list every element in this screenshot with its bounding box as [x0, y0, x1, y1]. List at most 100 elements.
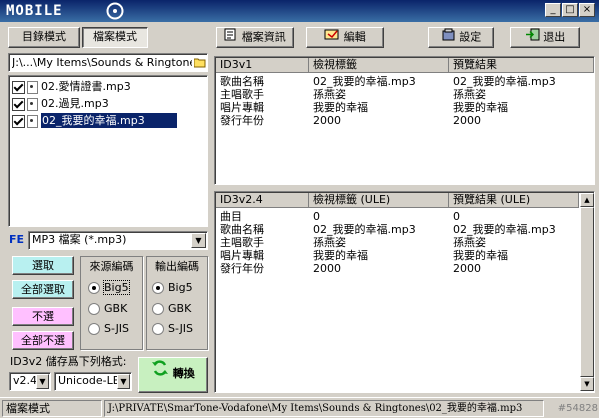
id3v1-header-view[interactable]: 檢視標籤 — [309, 58, 449, 73]
settings-button[interactable]: 設定 — [428, 27, 494, 48]
edit-button[interactable]: 編輯 — [306, 27, 384, 48]
app-logo: MOBILE — [6, 3, 63, 19]
id3v2-view-value[interactable]: 0 — [313, 210, 447, 223]
audio-file-icon — [27, 80, 38, 94]
id3v1-view-value[interactable]: 我要的幸福 — [313, 101, 447, 114]
path-box[interactable]: J:\...\My Items\Sounds & Ringtones — [8, 53, 208, 72]
id3v1-view-value[interactable]: 孫燕姿 — [313, 88, 447, 101]
scroll-up-icon[interactable]: ▲ — [580, 193, 594, 207]
id3v2-field-label: 歌曲名稱 — [220, 223, 264, 236]
radio-icon — [88, 323, 100, 335]
id3v1-table[interactable]: ID3v1 檢視標籤 預覽結果 歌曲名稱 02_我要的幸福.mp3 02_我要的… — [214, 56, 595, 185]
close-button[interactable]: × — [579, 3, 595, 17]
file-checkbox[interactable] — [12, 80, 25, 94]
file-mode-tab[interactable]: 檔案模式 — [82, 27, 148, 48]
id3v2-header-view[interactable]: 檢視標籤 (ULE) — [309, 193, 449, 208]
id3v2-field-label: 主唱歌手 — [220, 236, 264, 249]
scroll-thumb[interactable] — [580, 207, 594, 377]
id3v1-preview-value[interactable]: 02_我要的幸福.mp3 — [453, 75, 578, 88]
convert-button[interactable]: 轉換 — [138, 357, 208, 393]
source-radio-big5[interactable]: Big5 — [88, 280, 130, 295]
scroll-down-icon[interactable]: ▼ — [580, 377, 594, 391]
minimize-button[interactable]: _ — [545, 3, 561, 17]
id3v1-header-preview[interactable]: 預覽結果 — [449, 58, 594, 73]
id3v2-header-field[interactable]: ID3v2.4 — [216, 193, 309, 208]
id3v2-preview-value[interactable]: 我要的幸福 — [453, 249, 578, 262]
exit-label: 退出 — [543, 30, 566, 44]
id3v1-view-value[interactable]: 2000 — [313, 114, 447, 127]
id3v2-preview-value[interactable]: 0 — [453, 210, 578, 223]
refresh-icon — [151, 358, 169, 390]
chevron-down-icon[interactable]: ▼ — [191, 233, 206, 248]
source-radio-gbk[interactable]: GBK — [88, 302, 127, 316]
id3v1-preview-value[interactable]: 孫燕姿 — [453, 88, 578, 101]
status-path: J:\PRIVATE\SmarTone-Vodafone\My Items\So… — [104, 400, 544, 417]
id3v2-field-label: 曲目 — [220, 210, 242, 223]
id3v2-scrollbar[interactable]: ▲ ▼ — [580, 193, 594, 391]
output-radio-sjis[interactable]: S-JIS — [152, 322, 193, 336]
file-item[interactable]: 02.過見.mp3 — [12, 95, 109, 112]
id3v1-field-label: 主唱歌手 — [220, 88, 264, 101]
id3v2-preview-value[interactable]: 孫燕姿 — [453, 236, 578, 249]
id3v2-version-select[interactable]: v2.4 ▼ — [9, 372, 51, 391]
radio-icon — [88, 282, 100, 294]
id3v2-view-value[interactable]: 孫燕姿 — [313, 236, 447, 249]
file-name: 02_我要的幸福.mp3 — [41, 113, 177, 128]
audio-file-icon — [27, 114, 38, 128]
id3v1-field-label: 唱片專輯 — [220, 101, 264, 114]
file-checkbox[interactable] — [12, 114, 25, 128]
id3v1-field-label: 歌曲名稱 — [220, 75, 264, 88]
file-name: 02.過見.mp3 — [41, 97, 109, 110]
id3v2-format-select[interactable]: Unicode-LE ▼ — [54, 372, 132, 391]
id3v2-field-label: 發行年份 — [220, 262, 264, 275]
file-item[interactable]: 02.愛情證書.mp3 — [12, 78, 131, 95]
id3v2-preview-value[interactable]: 02_我要的幸福.mp3 — [453, 223, 578, 236]
title-bar[interactable]: MOBILE _ □ × — [0, 0, 599, 22]
id3v1-view-value[interactable]: 02_我要的幸福.mp3 — [313, 75, 447, 88]
file-item-selected[interactable]: 02_我要的幸福.mp3 — [12, 112, 177, 129]
directory-mode-tab[interactable]: 目錄模式 — [8, 27, 80, 48]
settings-label: 設定 — [459, 30, 482, 44]
deselect-all-button[interactable]: 全部不選 — [12, 331, 74, 350]
file-checkbox[interactable] — [12, 97, 25, 111]
id3v1-preview-value[interactable]: 我要的幸福 — [453, 101, 578, 114]
filter-badge-icon: FE — [9, 233, 25, 246]
folder-icon[interactable] — [193, 57, 206, 68]
id3v2-view-value[interactable]: 我要的幸福 — [313, 249, 447, 262]
file-filter-select[interactable]: MP3 檔案 (*.mp3) ▼ — [28, 231, 208, 250]
id3v1-preview-value[interactable]: 2000 — [453, 114, 578, 127]
id3v2-view-value[interactable]: 2000 — [313, 262, 447, 275]
id3v2-table[interactable]: ID3v2.4 檢視標籤 (ULE) 預覽結果 (ULE) ▲ ▼ 曲目 0 0… — [214, 191, 595, 393]
id3v2-save-label: ID3v2 儲存爲下列格式: — [10, 355, 127, 368]
select-button[interactable]: 選取 — [12, 256, 74, 275]
output-radio-gbk[interactable]: GBK — [152, 302, 191, 316]
id3v2-header-preview[interactable]: 預覽結果 (ULE) — [449, 193, 579, 208]
file-filter-value: MP3 檔案 (*.mp3) — [32, 233, 127, 246]
edit-icon — [324, 28, 340, 47]
convert-label: 轉換 — [172, 367, 195, 380]
id3v2-preview-value[interactable]: 2000 — [453, 262, 578, 275]
settings-icon — [441, 28, 456, 47]
chevron-down-icon[interactable]: ▼ — [117, 374, 130, 389]
chevron-down-icon[interactable]: ▼ — [36, 374, 49, 389]
status-bar: 檔案模式 J:\PRIVATE\SmarTone-Vodafone\My Ite… — [0, 397, 599, 418]
select-all-button[interactable]: 全部選取 — [12, 280, 74, 299]
logo-disc-icon — [106, 2, 124, 20]
maximize-button[interactable]: □ — [562, 3, 578, 17]
radio-icon — [88, 303, 100, 315]
id3v1-header-field[interactable]: ID3v1 — [216, 58, 309, 73]
exit-button[interactable]: 退出 — [510, 27, 580, 48]
id3v2-view-value[interactable]: 02_我要的幸福.mp3 — [313, 223, 447, 236]
source-encoding-label: 來源編碼 — [82, 258, 141, 273]
file-list[interactable]: 02.愛情證書.mp3 02.過見.mp3 02_我要的幸福.mp3 — [8, 75, 208, 227]
path-text: J:\...\My Items\Sounds & Ringtones — [12, 56, 192, 69]
id3v2-field-label: 唱片專輯 — [220, 249, 264, 262]
status-mode: 檔案模式 — [2, 400, 102, 417]
deselect-button[interactable]: 不選 — [12, 307, 74, 326]
source-radio-sjis[interactable]: S-JIS — [88, 322, 129, 336]
radio-icon — [152, 303, 164, 315]
radio-icon — [152, 282, 164, 294]
output-radio-big5[interactable]: Big5 — [152, 281, 193, 295]
file-info-button[interactable]: 檔案資訊 — [216, 27, 294, 48]
exit-icon — [525, 28, 540, 47]
